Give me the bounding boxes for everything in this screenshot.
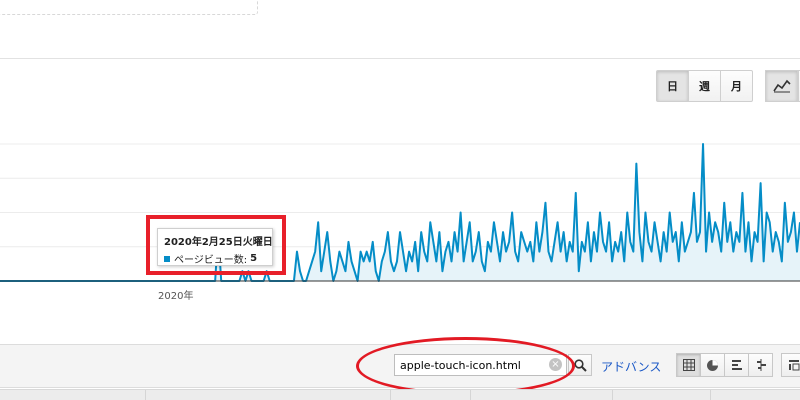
period-toggle: 日 週 月 [656, 70, 753, 102]
pivot-icon [788, 360, 799, 371]
column-divider [612, 390, 613, 400]
month-button[interactable]: 月 [720, 70, 753, 102]
pivot-view-button[interactable] [781, 353, 800, 377]
view-toggle [676, 353, 800, 377]
day-button[interactable]: 日 [656, 70, 689, 102]
search-highlight-oval [356, 337, 575, 395]
pie-chart-icon [707, 359, 718, 371]
advanced-filter-link[interactable]: アドバンス [601, 358, 661, 375]
line-chart-icon [772, 79, 791, 93]
column-divider [710, 390, 711, 400]
pie-view-button[interactable] [700, 353, 725, 377]
chart-type-toggle [765, 70, 800, 102]
tooltip-highlight-box [146, 215, 286, 275]
table-icon [682, 359, 695, 371]
x-axis-tick-label: 2020年 [158, 291, 194, 302]
column-divider [470, 390, 471, 400]
section-divider [0, 58, 800, 59]
column-divider [145, 390, 146, 400]
performance-icon [731, 360, 742, 370]
segment-selector-box [0, 0, 258, 15]
pageviews-line-chart [0, 143, 800, 282]
comparison-icon [756, 359, 766, 371]
search-icon [573, 358, 587, 372]
comparison-view-button[interactable] [748, 353, 773, 377]
week-button[interactable]: 週 [688, 70, 721, 102]
table-view-button[interactable] [676, 353, 701, 377]
line-chart-button[interactable] [765, 70, 798, 102]
data-table-header [0, 389, 800, 400]
performance-view-button[interactable] [724, 353, 749, 377]
column-divider [390, 390, 391, 400]
